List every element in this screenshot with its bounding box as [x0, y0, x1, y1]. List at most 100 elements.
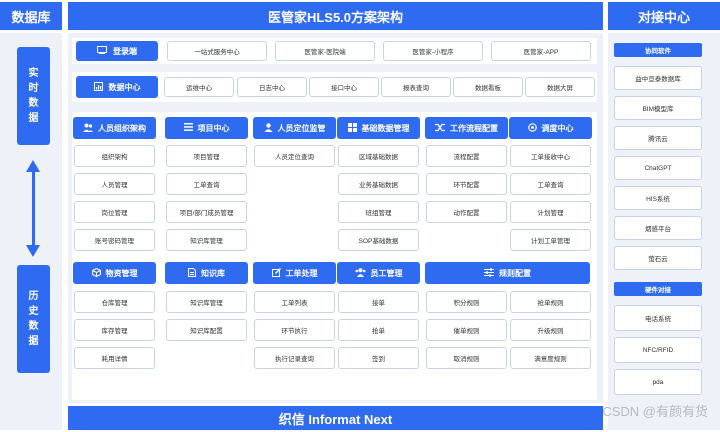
rules-right-1[interactable]: 升级规则	[510, 319, 591, 341]
people-icon	[83, 123, 93, 134]
module-1-item-0[interactable]: 项目管理	[166, 145, 247, 167]
module2-2-item-0[interactable]: 工单列表	[254, 291, 335, 313]
sliders-icon	[484, 267, 494, 279]
module-3-item-0[interactable]: 区域基础数据	[338, 145, 419, 167]
module-5-item-3[interactable]: 计划工单管理	[510, 229, 591, 251]
login-item-2[interactable]: 医管家-小程序	[383, 41, 483, 61]
module-4-item-0[interactable]: 流程配置	[426, 145, 507, 167]
module-0-item-3[interactable]: 账号密码管理	[74, 229, 155, 251]
rules-left-1[interactable]: 催单规则	[426, 319, 507, 341]
module2-1-item-1[interactable]: 知识库配置	[166, 319, 247, 341]
software-item-2[interactable]: 腾讯云	[614, 126, 702, 150]
module-0[interactable]: 人员组织架构	[73, 117, 156, 139]
right-header: 对接中心	[608, 2, 720, 30]
data-center-item-5[interactable]: 数据大屏	[525, 77, 595, 97]
left-header-text: 数据库	[11, 9, 51, 25]
dispatch-icon	[527, 122, 537, 134]
history-data-label: 历史数据	[28, 291, 39, 347]
module-5[interactable]: 调度中心	[509, 117, 592, 139]
center-header-text: 医管家HLS5.0方案架构	[267, 9, 404, 25]
data-center-item-0[interactable]: 运维中心	[164, 77, 234, 97]
rules-left-0[interactable]: 积分规则	[426, 291, 507, 313]
center-header: 医管家HLS5.0方案架构	[68, 2, 603, 30]
module-4[interactable]: 工作流程配置	[425, 117, 508, 139]
module2-3[interactable]: 员工管理	[337, 262, 420, 284]
rules-right-2[interactable]: 满意度规则	[510, 347, 591, 369]
data-center-item-4[interactable]: 数据看板	[453, 77, 523, 97]
team-icon	[355, 267, 366, 279]
module-0-item-1[interactable]: 人员管理	[74, 173, 155, 195]
module-0-item-0[interactable]: 组织架构	[74, 145, 155, 167]
module2-3-item-2[interactable]: 签到	[338, 347, 419, 369]
realtime-data-label: 实时数据	[28, 68, 39, 124]
history-data-box: 历史数据	[17, 265, 50, 373]
module2-2[interactable]: 工单处理	[253, 262, 336, 284]
module2-0[interactable]: 物资管理	[73, 262, 156, 284]
module2-0-item-2[interactable]: 耗用详情	[74, 347, 155, 369]
login-label: 登录端	[76, 41, 158, 61]
data-center-item-1[interactable]: 日志中心	[237, 77, 307, 97]
shuffle-icon	[435, 123, 445, 134]
module2-2-item-1[interactable]: 环节执行	[254, 319, 335, 341]
module2-0-item-0[interactable]: 仓库管理	[74, 291, 155, 313]
module-4-item-2[interactable]: 动作配置	[426, 201, 507, 223]
realtime-data-box: 实时数据	[17, 47, 50, 145]
module-3-item-2[interactable]: 班组管理	[338, 201, 419, 223]
module-5-item-0[interactable]: 工单接收中心	[510, 145, 591, 167]
software-item-4[interactable]: HIS系统	[614, 186, 702, 210]
arrow-down-icon	[26, 245, 40, 257]
rules-right-0[interactable]: 抢单规则	[510, 291, 591, 313]
module-1-item-3[interactable]: 知识库管理	[166, 229, 247, 251]
module2-2-item-2[interactable]: 执行记录查询	[254, 347, 335, 369]
module-5-item-2[interactable]: 计划管理	[510, 201, 591, 223]
software-item-6[interactable]: 萤石云	[614, 246, 702, 270]
data-center-label: 数据中心	[76, 76, 158, 98]
login-item-3[interactable]: 医管家-APP	[491, 41, 591, 61]
module-1[interactable]: 项目中心	[165, 117, 248, 139]
module-3-item-1[interactable]: 业务基础数据	[338, 173, 419, 195]
grid-icon	[347, 122, 357, 134]
module2-0-item-1[interactable]: 库存管理	[74, 319, 155, 341]
hardware-item-0[interactable]: 电话系统	[614, 305, 702, 331]
module2-3-item-1[interactable]: 抢单	[338, 319, 419, 341]
person-pin-icon	[264, 122, 273, 134]
chart-icon	[93, 81, 103, 93]
hardware-label: 硬件对接	[614, 282, 702, 296]
module-5-item-1[interactable]: 工单查询	[510, 173, 591, 195]
data-center-item-3[interactable]: 报表查询	[381, 77, 451, 97]
module2-1[interactable]: 知识库	[165, 262, 248, 284]
footer-text: 织信 Informat Next	[278, 411, 393, 427]
hardware-item-1[interactable]: NFC/RFID	[614, 337, 702, 363]
module2-3-item-0[interactable]: 接单	[338, 291, 419, 313]
module-3-item-3[interactable]: SOP基础数据	[338, 229, 419, 251]
module2-1-item-0[interactable]: 知识库管理	[166, 291, 247, 313]
edit-icon	[271, 267, 281, 279]
watermark: CSDN @有颜有货	[602, 404, 708, 419]
software-item-5[interactable]: 烟感平台	[614, 216, 702, 240]
software-label: 协同软件	[614, 43, 702, 57]
right-header-text: 对接中心	[637, 9, 690, 25]
book-icon	[187, 267, 197, 279]
hardware-item-2[interactable]: pda	[614, 369, 702, 395]
login-item-1[interactable]: 医管家-医院端	[275, 41, 375, 61]
data-center-item-2[interactable]: 接口中心	[309, 77, 379, 97]
software-item-1[interactable]: BIM模型库	[614, 96, 702, 120]
module-1-item-1[interactable]: 工单查询	[166, 173, 247, 195]
list-icon	[183, 123, 193, 133]
rules-left-2[interactable]: 取消规则	[426, 347, 507, 369]
footer-bar: 织信 Informat Next	[68, 406, 603, 430]
software-item-0[interactable]: 益中亘泰数据库	[614, 66, 702, 90]
box-icon	[91, 267, 101, 279]
arrow-line	[32, 170, 35, 246]
module-3[interactable]: 基础数据管理	[337, 117, 420, 139]
rules-config[interactable]: 规则配置	[425, 262, 590, 284]
module-4-item-1[interactable]: 环节配置	[426, 173, 507, 195]
module-1-item-2[interactable]: 项目/部门成员管理	[166, 201, 247, 223]
module-2[interactable]: 人员定位监管	[253, 117, 336, 139]
monitor-icon	[97, 46, 107, 56]
module-2-item-0[interactable]: 人员定位查询	[254, 145, 335, 167]
login-item-0[interactable]: 一站式服务中心	[167, 41, 267, 61]
software-item-3[interactable]: ChatGPT	[614, 156, 702, 180]
module-0-item-2[interactable]: 岗位管理	[74, 201, 155, 223]
left-header: 数据库	[0, 2, 62, 30]
